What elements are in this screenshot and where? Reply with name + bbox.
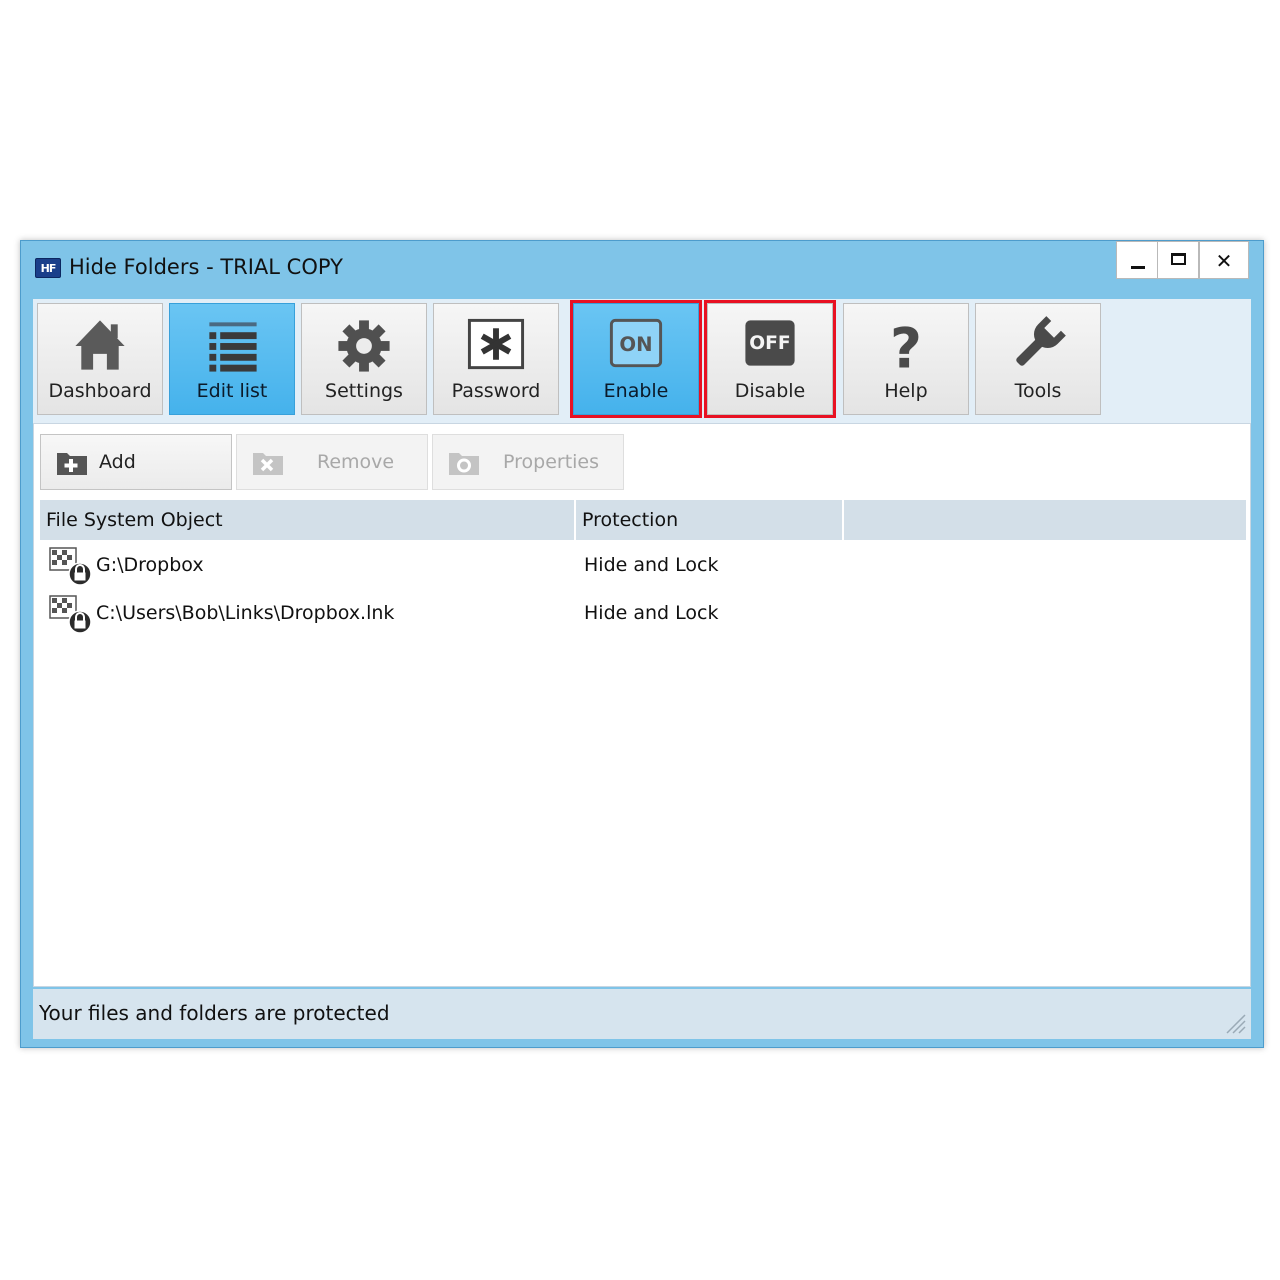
question-glyph: ? <box>890 317 922 374</box>
properties-button[interactable]: Properties <box>432 434 624 490</box>
minimize-button[interactable] <box>1116 241 1158 279</box>
remove-folder-icon <box>253 453 283 475</box>
wrench-icon <box>1016 316 1066 366</box>
toolbar-enable-button[interactable]: ON Enable <box>570 300 702 418</box>
edit-list-panel: Add Remove Properties File System Object… <box>33 423 1251 987</box>
minimize-icon <box>1131 266 1145 269</box>
row-protection: Hide and Lock <box>584 554 719 576</box>
column-empty <box>844 500 1246 540</box>
toolbar-settings-button[interactable]: Settings <box>301 303 427 415</box>
remove-button-label: Remove <box>317 451 395 473</box>
column-file-system-object[interactable]: File System Object <box>40 500 576 540</box>
status-text: Your files and folders are protected <box>39 1001 390 1025</box>
row-protection: Hide and Lock <box>584 602 719 624</box>
toolbar-help-button[interactable]: ? Help <box>843 303 969 415</box>
toolbar-help-label: Help <box>884 380 928 402</box>
toolbar-disable-button[interactable]: OFF Disable <box>704 300 836 418</box>
resize-grip-icon[interactable] <box>1221 1009 1247 1035</box>
toolbar-enable-label: Enable <box>603 380 669 402</box>
table-row[interactable]: C:\Users\Bob\Links\Dropbox.lnk Hide and … <box>40 590 1246 636</box>
locked-hidden-folder-icon <box>49 595 92 634</box>
on-switch-text: ON <box>619 333 652 356</box>
off-switch-icon: OFF <box>745 320 795 366</box>
toolbar-tools-label: Tools <box>1014 380 1062 402</box>
table-row[interactable]: G:\Dropbox Hide and Lock <box>40 542 1246 588</box>
remove-button[interactable]: Remove <box>236 434 428 490</box>
asterisk-icon <box>467 318 525 370</box>
close-button[interactable]: ✕ <box>1199 241 1249 279</box>
row-path: C:\Users\Bob\Links\Dropbox.lnk <box>96 602 395 624</box>
toolbar-dashboard-button[interactable]: Dashboard <box>37 303 163 415</box>
house-icon <box>75 320 125 370</box>
off-switch-text: OFF <box>749 333 790 354</box>
toolbar-edit-list-label: Edit list <box>196 380 268 402</box>
add-folder-icon <box>57 453 87 475</box>
add-button-label: Add <box>99 451 136 473</box>
status-bar: Your files and folders are protected <box>33 989 1251 1039</box>
main-toolbar: Dashboard Edit list Settings Password ON… <box>33 299 1251 423</box>
maximize-icon <box>1171 253 1186 265</box>
toolbar-password-label: Password <box>451 380 541 402</box>
column-protection[interactable]: Protection <box>576 500 844 540</box>
add-button[interactable]: Add <box>40 434 232 490</box>
gear-icon <box>338 320 390 372</box>
toolbar-edit-list-button[interactable]: Edit list <box>169 303 295 415</box>
toolbar-disable-label: Disable <box>734 380 806 402</box>
app-logo-icon: HF <box>35 258 61 278</box>
close-icon: ✕ <box>1215 249 1233 273</box>
toolbar-password-button[interactable]: Password <box>433 303 559 415</box>
locked-hidden-folder-icon <box>49 547 92 586</box>
list-header: File System Object Protection <box>40 500 1246 540</box>
properties-button-label: Properties <box>503 451 600 473</box>
title-bar[interactable]: HF Hide Folders - TRIAL COPY ✕ <box>21 241 1263 297</box>
toolbar-settings-label: Settings <box>325 380 403 402</box>
maximize-button[interactable] <box>1157 241 1199 279</box>
list-icon <box>209 322 257 372</box>
toolbar-tools-button[interactable]: Tools <box>975 303 1101 415</box>
row-path: G:\Dropbox <box>96 554 204 576</box>
app-window: HF Hide Folders - TRIAL COPY ✕ Dashboard <box>20 240 1264 1048</box>
on-switch-icon: ON <box>609 318 663 368</box>
window-title: Hide Folders - TRIAL COPY <box>69 255 343 279</box>
toolbar-dashboard-label: Dashboard <box>48 380 152 402</box>
question-icon: ? <box>890 317 922 374</box>
folder-settings-icon <box>449 453 479 475</box>
